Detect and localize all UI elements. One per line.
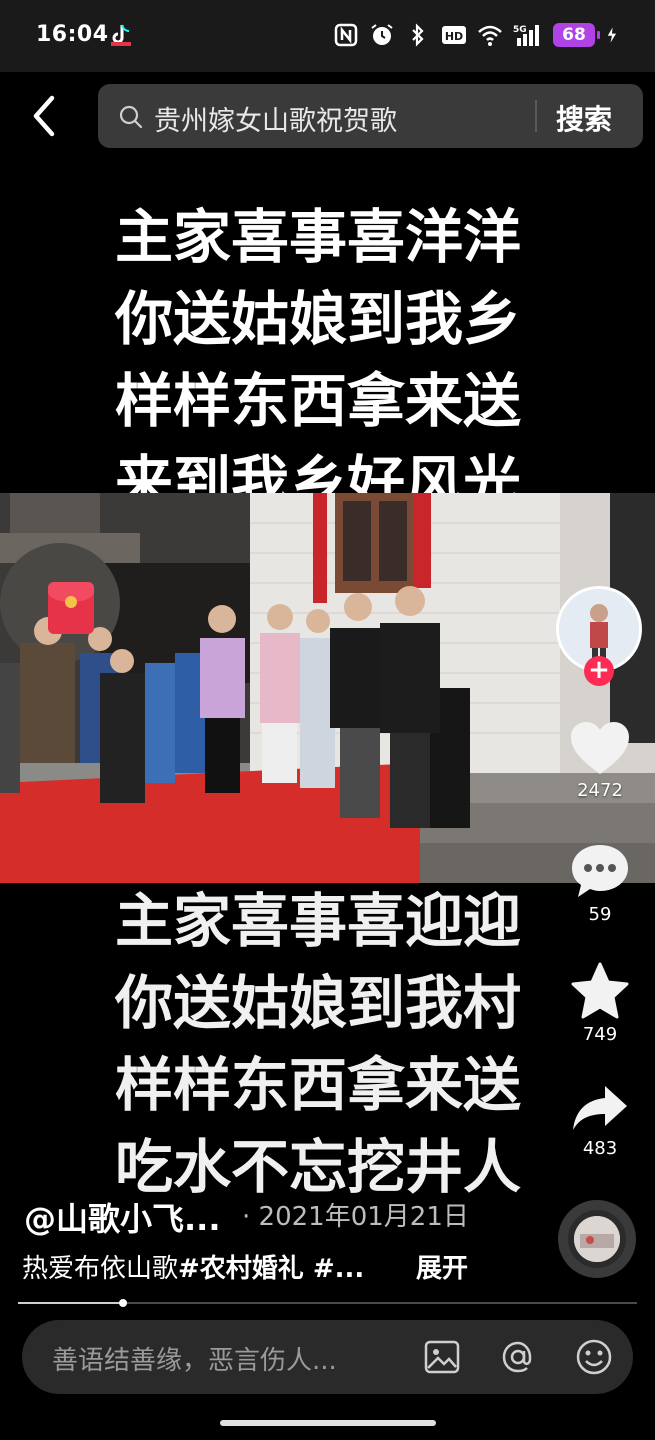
status-bar: 16:04 HD 5G 68: [0, 0, 655, 72]
red-packet-icon[interactable]: [48, 582, 94, 634]
nfc-icon: [334, 23, 358, 47]
wifi-icon: [478, 25, 502, 46]
status-icons: HD 5G 68: [333, 20, 623, 50]
battery-indicator: 68: [553, 23, 600, 47]
hd-icon: HD: [442, 26, 466, 44]
5g-signal-icon: 5G: [513, 25, 539, 46]
music-cover-image: [574, 1216, 620, 1262]
lyric-line: 你送姑娘到我村: [115, 969, 522, 1037]
comment-count: 59: [588, 904, 612, 925]
search-box[interactable]: 贵州嫁女山歌祝贺歌 搜索: [98, 84, 643, 148]
favorite-button[interactable]: 749: [560, 962, 640, 1045]
image-icon[interactable]: [422, 1337, 462, 1377]
lyric-line: 主家喜事喜洋洋: [115, 203, 522, 271]
search-button[interactable]: 搜索: [556, 98, 612, 138]
comment-bubble-icon: [572, 845, 628, 897]
svg-text:5G: 5G: [513, 25, 527, 35]
share-arrow-icon: [573, 1086, 627, 1130]
video-frame[interactable]: [0, 493, 655, 883]
alarm-icon: [371, 24, 393, 45]
share-button[interactable]: 483: [560, 1082, 640, 1159]
lyric-line: 你送姑娘到我乡: [115, 285, 522, 353]
post-date: · 2021年01月21日: [242, 1202, 469, 1232]
emoji-icon[interactable]: [574, 1337, 614, 1377]
svg-text:HD: HD: [445, 30, 463, 43]
caption-text: 热爱布依山歌: [22, 1254, 179, 1284]
music-cover-art: [574, 1216, 620, 1262]
expand-caption-button[interactable]: 展开: [416, 1248, 468, 1285]
comment-button[interactable]: 59: [560, 842, 640, 925]
share-count: 483: [582, 1138, 618, 1159]
comment-input[interactable]: 善语结善缘，恶言伤人...: [52, 1340, 337, 1377]
lyrics-top: 主家喜事喜洋洋 你送姑娘到我乡 样样东西拿来送 来到我乡好风光: [115, 196, 555, 524]
star-icon: [571, 962, 629, 1019]
charging-icon: [607, 27, 617, 43]
video-progress-bar[interactable]: [18, 1299, 637, 1307]
like-button[interactable]: 2472: [560, 720, 640, 801]
tiktok-notification-icon: [111, 24, 131, 46]
at-mention-icon[interactable]: [498, 1337, 538, 1377]
status-time: 16:04: [36, 22, 109, 47]
comment-input-bar[interactable]: 善语结善缘，恶言伤人...: [22, 1320, 633, 1394]
like-count: 2472: [577, 780, 623, 801]
wedding-scene-image: [0, 493, 655, 883]
back-arrow-icon[interactable]: [26, 94, 66, 138]
search-icon: [119, 105, 143, 129]
search-divider: [535, 100, 537, 132]
home-indicator[interactable]: [220, 1420, 436, 1426]
heart-icon: [571, 722, 629, 774]
favorite-count: 749: [582, 1024, 618, 1045]
battery-level: 68: [562, 25, 586, 45]
music-disc[interactable]: [558, 1200, 636, 1278]
bluetooth-icon: [412, 23, 424, 47]
caption-hashtags[interactable]: #农村婚礼 #...: [178, 1254, 364, 1284]
video-caption: 热爱布依山歌#农村婚礼 #...: [22, 1248, 364, 1285]
progress-handle[interactable]: [119, 1299, 128, 1307]
lyric-line: 主家喜事喜迎迎: [115, 887, 522, 955]
lyrics-bottom: 主家喜事喜迎迎 你送姑娘到我村 样样东西拿来送 吃水不忘挖井人: [115, 880, 555, 1208]
follow-plus-button[interactable]: +: [584, 656, 614, 686]
progress-fill: [18, 1302, 124, 1304]
lyric-line: 样样东西拿来送: [115, 1051, 522, 1119]
lyric-line: 样样东西拿来送: [115, 367, 522, 435]
author-name[interactable]: @山歌小飞...: [24, 1194, 220, 1240]
search-query[interactable]: 贵州嫁女山歌祝贺歌: [154, 99, 397, 138]
